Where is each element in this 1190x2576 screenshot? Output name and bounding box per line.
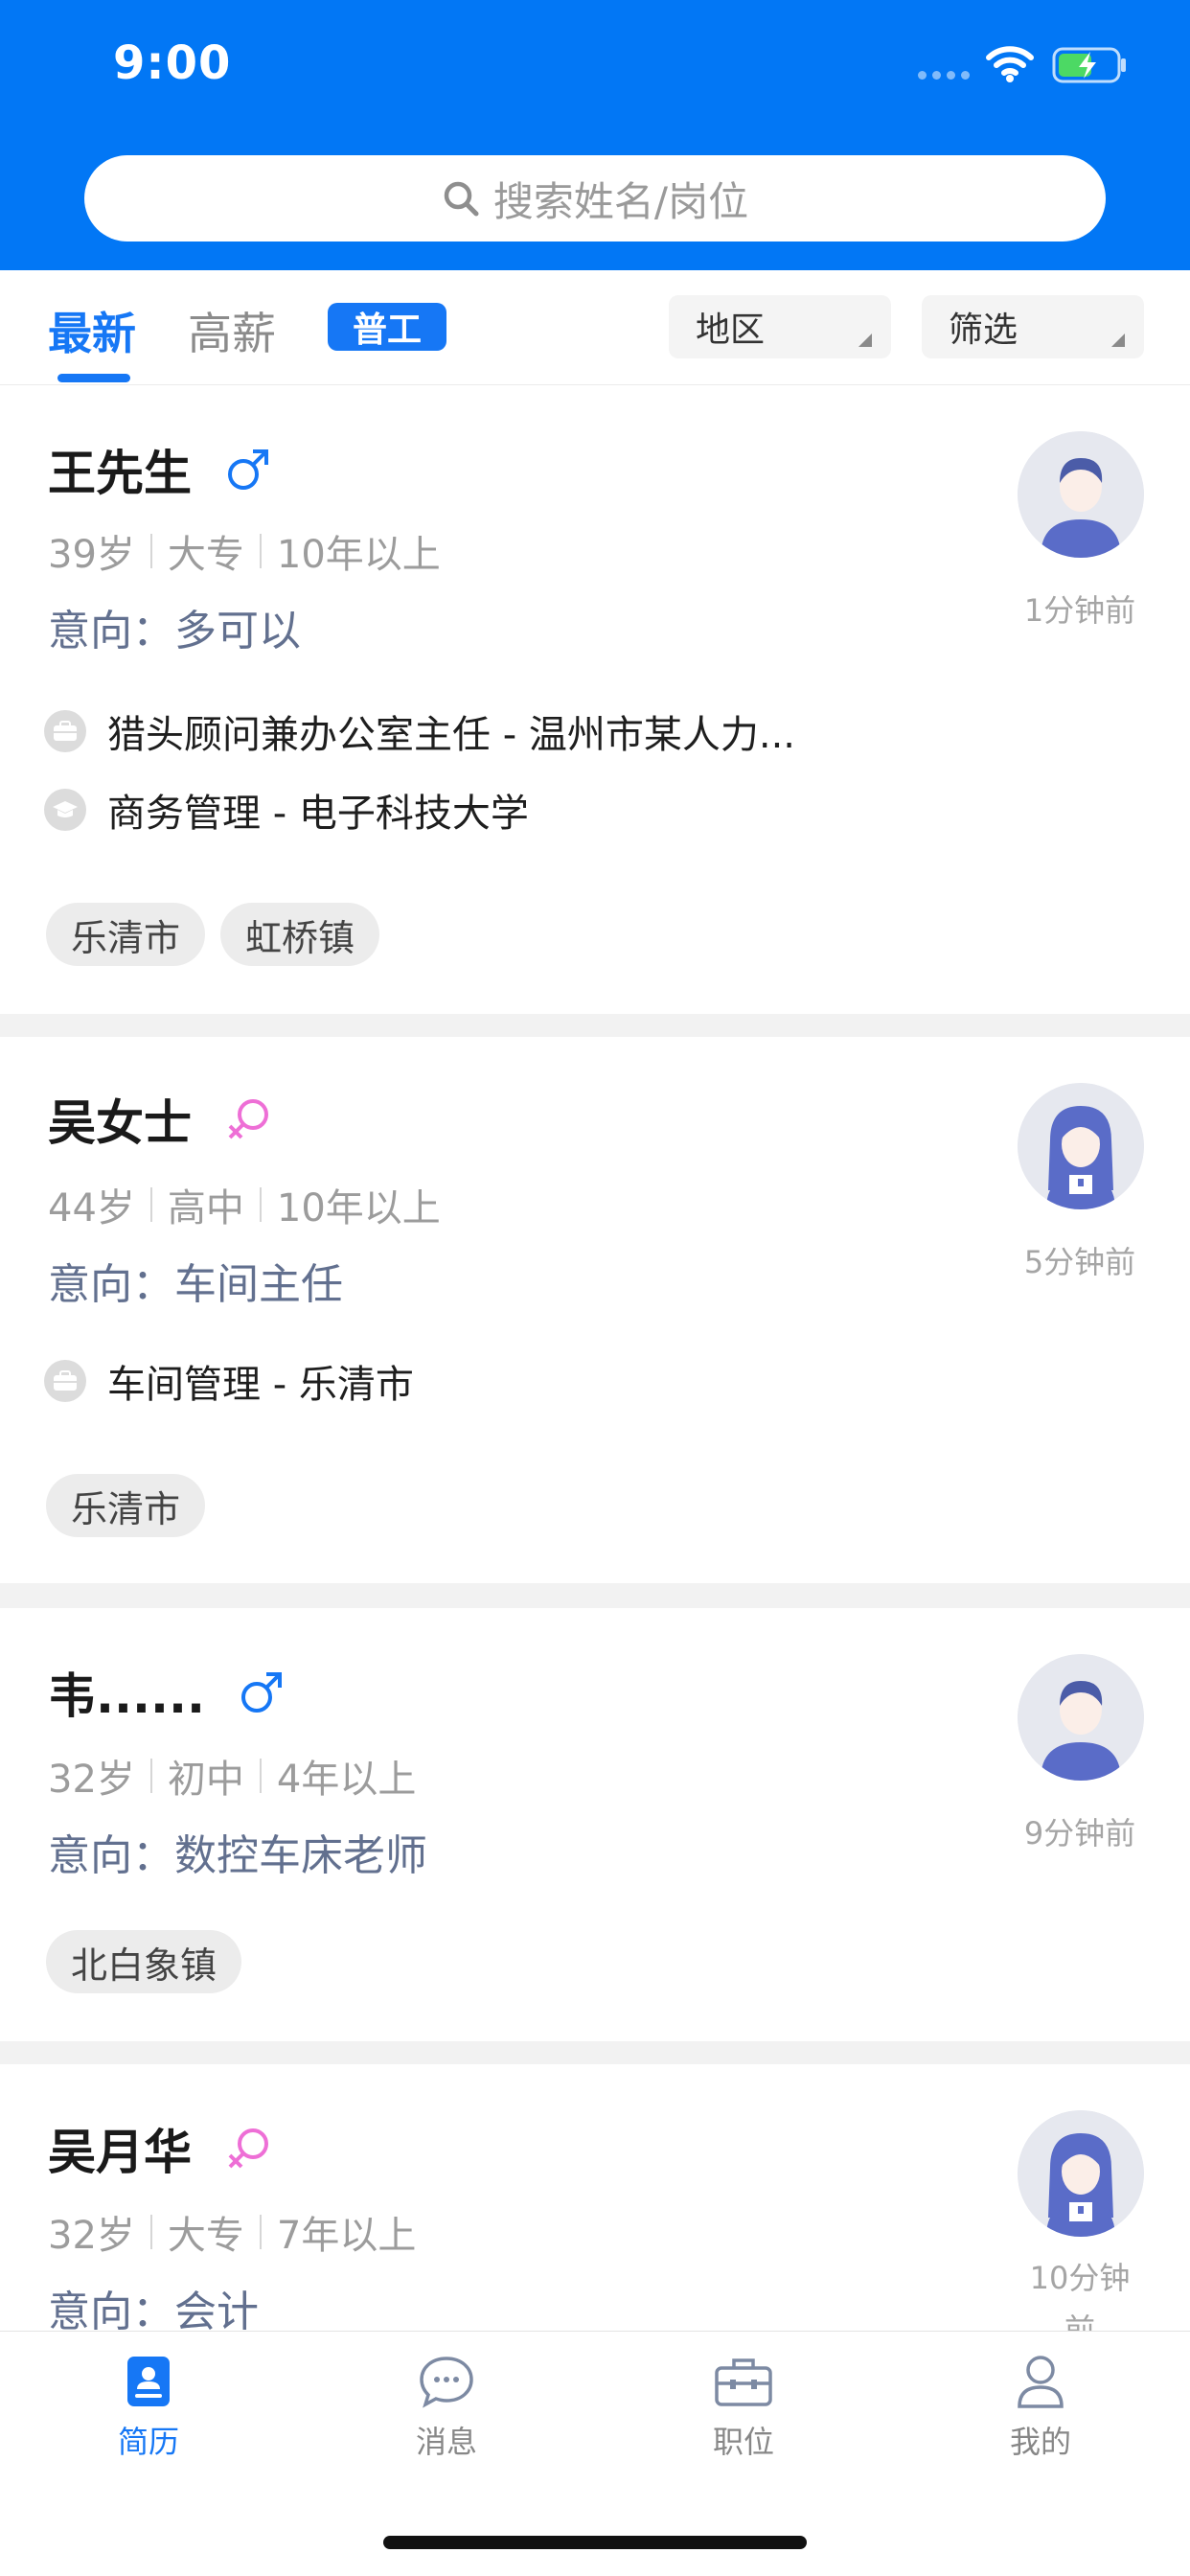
graduation-cap-icon <box>44 789 86 831</box>
candidate-name: 吴女士 <box>48 1095 192 1151</box>
candidate-card[interactable]: 韦...... 32岁 初中 4年以上 意向：数控车床老师 北白象镇 9分钟前 <box>0 1608 1190 2041</box>
experience: 7年以上 <box>276 2214 417 2258</box>
search-placeholder: 搜索姓名/岗位 <box>492 177 749 225</box>
education: 初中 <box>167 1758 244 1802</box>
age: 39岁 <box>48 533 135 577</box>
tab-high-salary[interactable]: 高薪 <box>188 299 276 362</box>
nav-resume[interactable]: 简历 <box>53 2353 244 2462</box>
experience: 10年以上 <box>276 1186 441 1230</box>
job-intent: 意向：车间主任 <box>48 1260 343 1309</box>
nav-mine-label: 我的 <box>1009 2424 1071 2460</box>
nav-resume-label: 简历 <box>117 2424 179 2460</box>
briefcase-icon <box>44 1360 86 1402</box>
briefcase-icon <box>715 2358 772 2406</box>
dropdown-corner-icon <box>1111 334 1125 347</box>
nav-mine[interactable]: 我的 <box>945 2353 1136 2462</box>
location-tag: 乐清市 <box>46 903 206 966</box>
experience: 4年以上 <box>276 1758 417 1802</box>
job-intent: 意向：会计 <box>48 2288 259 2336</box>
education: 大专 <box>167 2214 244 2258</box>
app-screen: 9:00 搜索姓名/岗位 最新 高薪 普工 地区 筛选 王先生 39岁 大专 1… <box>0 0 1190 2576</box>
wifi-icon <box>986 46 1034 82</box>
work-experience-row: 猎头顾问兼办公室主任 - 温州市某人力... <box>44 703 795 759</box>
filter-dropdown-label: 筛选 <box>949 310 1018 350</box>
location-tags: 乐清市 虹桥镇 <box>46 903 380 966</box>
tab-general-worker[interactable]: 普工 <box>328 303 446 351</box>
candidate-name: 韦...... <box>48 1668 205 1724</box>
age: 44岁 <box>48 1186 135 1230</box>
avatar <box>1018 2110 1144 2237</box>
home-indicator <box>383 2536 807 2549</box>
work-experience: 车间管理 - 乐清市 <box>107 1363 414 1407</box>
person-icon <box>1018 2356 1064 2408</box>
briefcase-icon <box>44 710 86 752</box>
header: 9:00 搜索姓名/岗位 <box>0 0 1190 270</box>
dropdown-corner-icon <box>858 334 872 347</box>
school: 商务管理 - 电子科技大学 <box>107 792 529 836</box>
name-row: 王先生 <box>48 435 272 504</box>
location-tag: 北白象镇 <box>46 1930 242 1993</box>
battery-icon <box>1052 47 1126 83</box>
updated-time: 5分钟前 <box>1023 1244 1136 1280</box>
filter-tab-bar: 最新 高薪 普工 地区 筛选 <box>0 270 1190 385</box>
age: 32岁 <box>48 1758 135 1802</box>
nav-jobs[interactable]: 职位 <box>648 2353 839 2462</box>
education: 高中 <box>167 1186 244 1230</box>
nav-messages-label: 消息 <box>415 2424 477 2460</box>
name-row: 吴月华 <box>48 2114 272 2183</box>
candidate-meta: 32岁 大专 7年以上 <box>48 2204 416 2260</box>
work-experience-row: 车间管理 - 乐清市 <box>44 1353 414 1409</box>
location-tags: 北白象镇 <box>46 1930 242 1993</box>
avatar <box>1018 431 1144 558</box>
name-row: 吴女士 <box>48 1085 272 1154</box>
education-row: 商务管理 - 电子科技大学 <box>44 782 529 838</box>
name-row: 韦...... <box>48 1658 286 1727</box>
candidate-card[interactable]: 吴月华 32岁 大专 7年以上 意向：会计 10分钟前 <box>0 2064 1190 2348</box>
cellular-signal-icon <box>918 71 970 80</box>
female-icon <box>228 2128 268 2169</box>
avatar <box>1018 1083 1144 1209</box>
male-icon <box>240 1672 282 1713</box>
candidate-card[interactable]: 王先生 39岁 大专 10年以上 意向：多可以 猎头顾问兼办公室主任 - 温州市… <box>0 385 1190 1014</box>
updated-time: 9分钟前 <box>1023 1815 1136 1852</box>
age: 32岁 <box>48 2214 135 2258</box>
region-dropdown[interactable]: 地区 <box>669 295 891 358</box>
female-icon <box>228 1099 268 1139</box>
resume-icon <box>127 2357 170 2406</box>
search-icon <box>444 181 479 217</box>
candidate-meta: 39岁 大专 10年以上 <box>48 523 441 579</box>
chat-bubble-icon <box>420 2357 473 2408</box>
search-input[interactable]: 搜索姓名/岗位 <box>84 155 1106 242</box>
work-experience: 猎头顾问兼办公室主任 - 温州市某人力... <box>107 713 796 757</box>
male-icon <box>228 449 268 490</box>
candidate-card[interactable]: 吴女士 44岁 高中 10年以上 意向：车间主任 车间管理 - 乐清市 乐清市 … <box>0 1037 1190 1583</box>
status-time: 9:00 <box>113 36 232 90</box>
location-tags: 乐清市 <box>46 1474 206 1537</box>
location-tag: 虹桥镇 <box>220 903 380 966</box>
tab-newest[interactable]: 最新 <box>48 299 136 362</box>
nav-messages[interactable]: 消息 <box>351 2353 542 2462</box>
region-dropdown-label: 地区 <box>696 310 766 350</box>
location-tag: 乐清市 <box>46 1474 206 1537</box>
tab-active-indicator <box>57 374 130 382</box>
job-intent: 意向：多可以 <box>48 607 301 656</box>
candidate-name: 吴月华 <box>48 2125 192 2180</box>
candidate-name: 王先生 <box>48 446 192 501</box>
candidate-meta: 32岁 初中 4年以上 <box>48 1748 416 1804</box>
avatar <box>1018 1654 1144 1781</box>
filter-dropdown[interactable]: 筛选 <box>922 295 1144 358</box>
nav-jobs-label: 职位 <box>712 2424 774 2460</box>
education: 大专 <box>167 533 244 577</box>
job-intent: 意向：数控车床老师 <box>48 1831 427 1880</box>
candidate-meta: 44岁 高中 10年以上 <box>48 1177 441 1232</box>
experience: 10年以上 <box>276 533 441 577</box>
updated-time: 1分钟前 <box>1023 592 1136 629</box>
